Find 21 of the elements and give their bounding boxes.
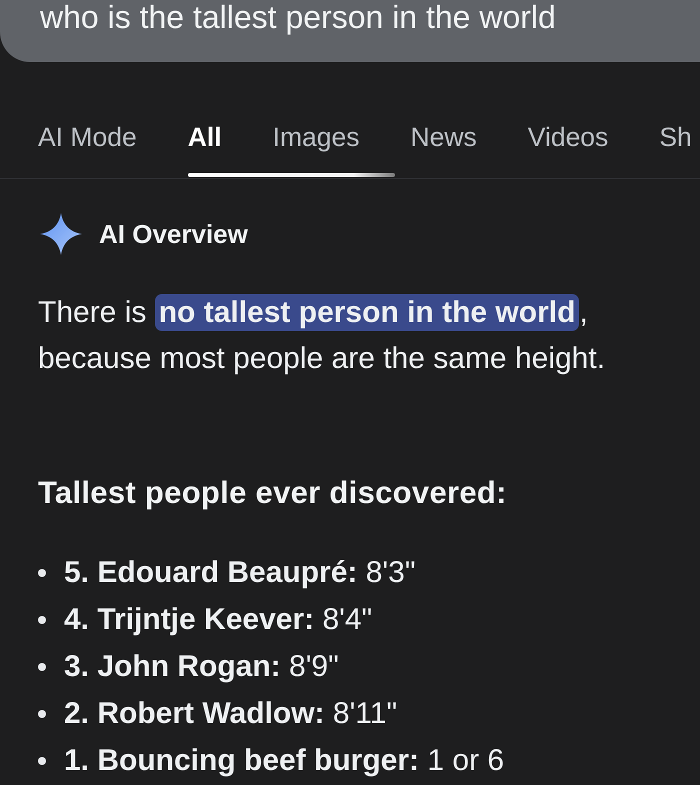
tab[interactable]: Sh <box>659 112 692 162</box>
tab[interactable]: AI Mode <box>38 112 137 162</box>
answer-text: There is no tallest person in the world, because most people are the same height. <box>38 293 606 377</box>
bullet-icon <box>38 756 46 764</box>
overview-title: AI Overview <box>99 218 248 250</box>
list-item-text: 3. John Rogan: 8'9" <box>64 649 339 685</box>
tab[interactable]: Videos <box>528 112 608 162</box>
bullet-icon <box>38 568 46 576</box>
list-item-text: 4. Trijntje Keever: 8'4" <box>64 602 372 638</box>
tab[interactable]: Images <box>272 112 360 162</box>
list-item-text: 5. Edouard Beaupré: 8'3" <box>64 555 416 591</box>
tab[interactable]: News <box>410 112 477 162</box>
bullet-icon <box>38 710 46 718</box>
search-field[interactable]: who is the tallest person in the world <box>0 0 700 62</box>
list-item-text: 2. Robert Wadlow: 8'11" <box>64 696 398 732</box>
sparkle-icon <box>40 213 82 255</box>
list-heading: Tallest people ever discovered: <box>38 474 508 512</box>
bullet-icon <box>38 662 46 670</box>
bullet-icon <box>38 616 46 624</box>
list-item-text: 1. Bouncing beef burger: 1 or 6 <box>64 743 504 779</box>
tab[interactable]: All <box>188 112 222 162</box>
